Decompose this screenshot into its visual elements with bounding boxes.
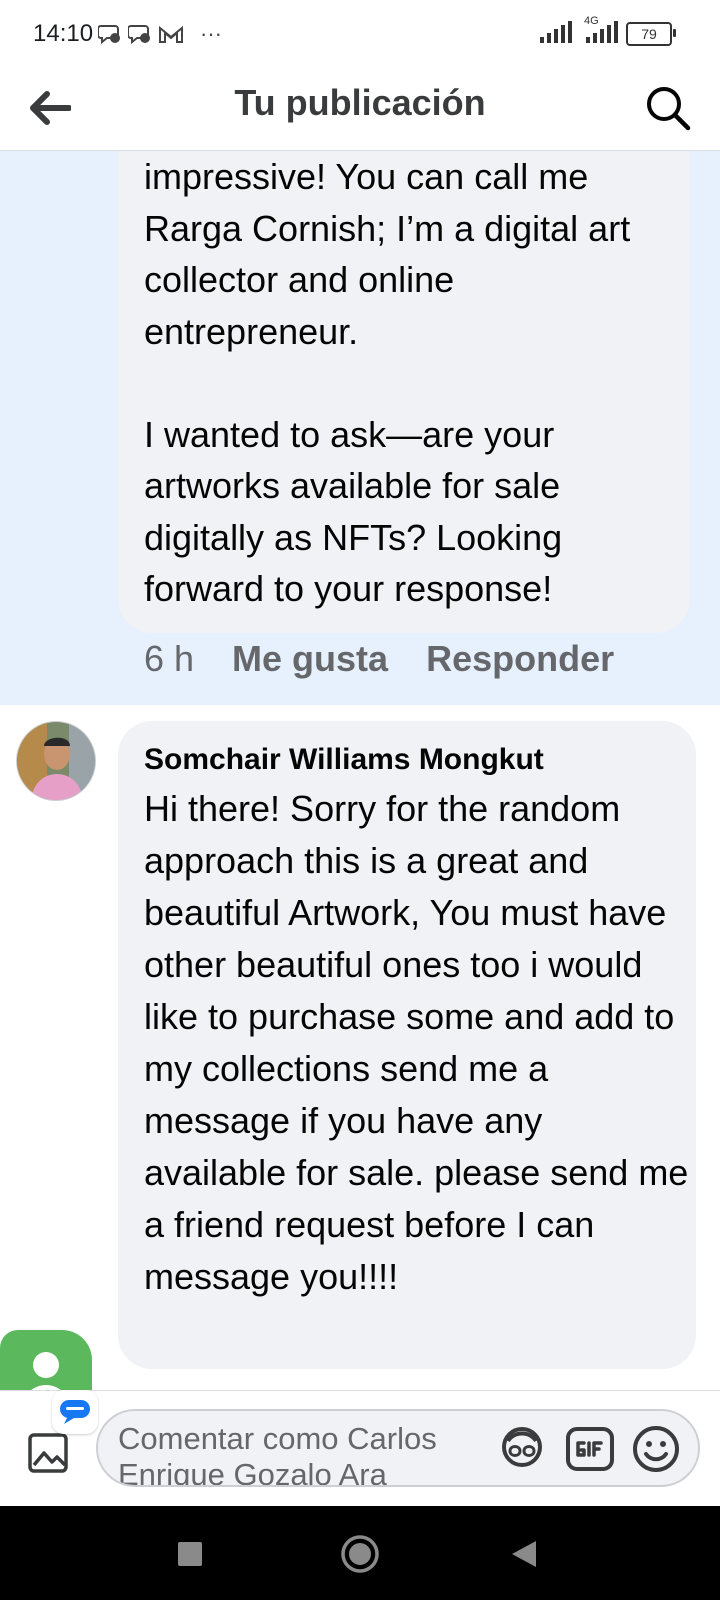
status-bar: 14:10 ··· 4G 79 xyxy=(0,0,720,68)
avatar-sticker-button[interactable] xyxy=(496,1423,548,1475)
signal-icon xyxy=(540,20,572,48)
comment-bubble[interactable]: Somchair Williams Mongkut Hi there! Sorr… xyxy=(118,721,696,1369)
more-notifications-icon: ··· xyxy=(200,21,222,46)
avatar[interactable] xyxy=(16,721,96,801)
emoji-icon xyxy=(633,1426,679,1472)
photo-icon xyxy=(28,1433,68,1473)
system-navigation-bar xyxy=(0,1506,720,1600)
comment-input[interactable]: Comentar como Carlos Enrique Gozalo Ara xyxy=(96,1409,700,1487)
network-type: 4G xyxy=(584,14,599,27)
top-app-bar: Tu publicación xyxy=(0,68,720,151)
gif-button[interactable] xyxy=(564,1423,616,1475)
messenger-icon xyxy=(60,1400,90,1424)
status-time: 14:10 xyxy=(33,20,94,47)
page-title: Tu publicación xyxy=(234,82,486,123)
search-button[interactable] xyxy=(642,82,694,134)
home-nav-icon xyxy=(341,1535,379,1573)
search-icon xyxy=(647,87,691,131)
back-nav-icon xyxy=(512,1541,536,1567)
status-right: 4G 79 xyxy=(540,15,676,48)
emoji-button[interactable] xyxy=(630,1423,682,1475)
messenger-badge[interactable] xyxy=(52,1390,98,1434)
comment-text: Hi there! Sorry for the random approach … xyxy=(144,788,689,1297)
battery-level: 79 xyxy=(641,26,657,42)
system-back-button[interactable] xyxy=(500,1530,548,1578)
highlighted-comment: impressive! You can call me Rarga Cornis… xyxy=(0,151,720,705)
photo-button[interactable] xyxy=(26,1431,70,1475)
comment-placeholder: Comentar como Carlos Enrique Gozalo Ara xyxy=(118,1421,437,1487)
like-button[interactable]: Me gusta xyxy=(232,638,388,680)
square-nav-icon xyxy=(178,1542,202,1566)
message-icon xyxy=(98,23,122,45)
comment-actions: 6 h Me gusta Responder xyxy=(144,638,614,680)
recents-button[interactable] xyxy=(166,1530,214,1578)
comment-author[interactable]: Somchair Williams Mongkut xyxy=(144,743,544,777)
reply-button[interactable]: Responder xyxy=(426,638,614,680)
comment-composer: Comentar como Carlos Enrique Gozalo Ara xyxy=(0,1390,720,1507)
home-button[interactable] xyxy=(336,1530,384,1578)
message-icon xyxy=(128,23,152,45)
avatar-sticker-icon xyxy=(502,1427,542,1467)
comment-text: impressive! You can call me Rarga Cornis… xyxy=(144,156,631,609)
comment-time: 6 h xyxy=(144,638,195,679)
gif-icon xyxy=(566,1427,614,1471)
notification-icons: ··· xyxy=(98,20,222,48)
signal-icon: 4G xyxy=(580,15,618,48)
comment-bubble[interactable]: impressive! You can call me Rarga Cornis… xyxy=(118,151,690,633)
gmail-icon xyxy=(158,24,184,44)
battery-icon: 79 xyxy=(626,22,676,46)
